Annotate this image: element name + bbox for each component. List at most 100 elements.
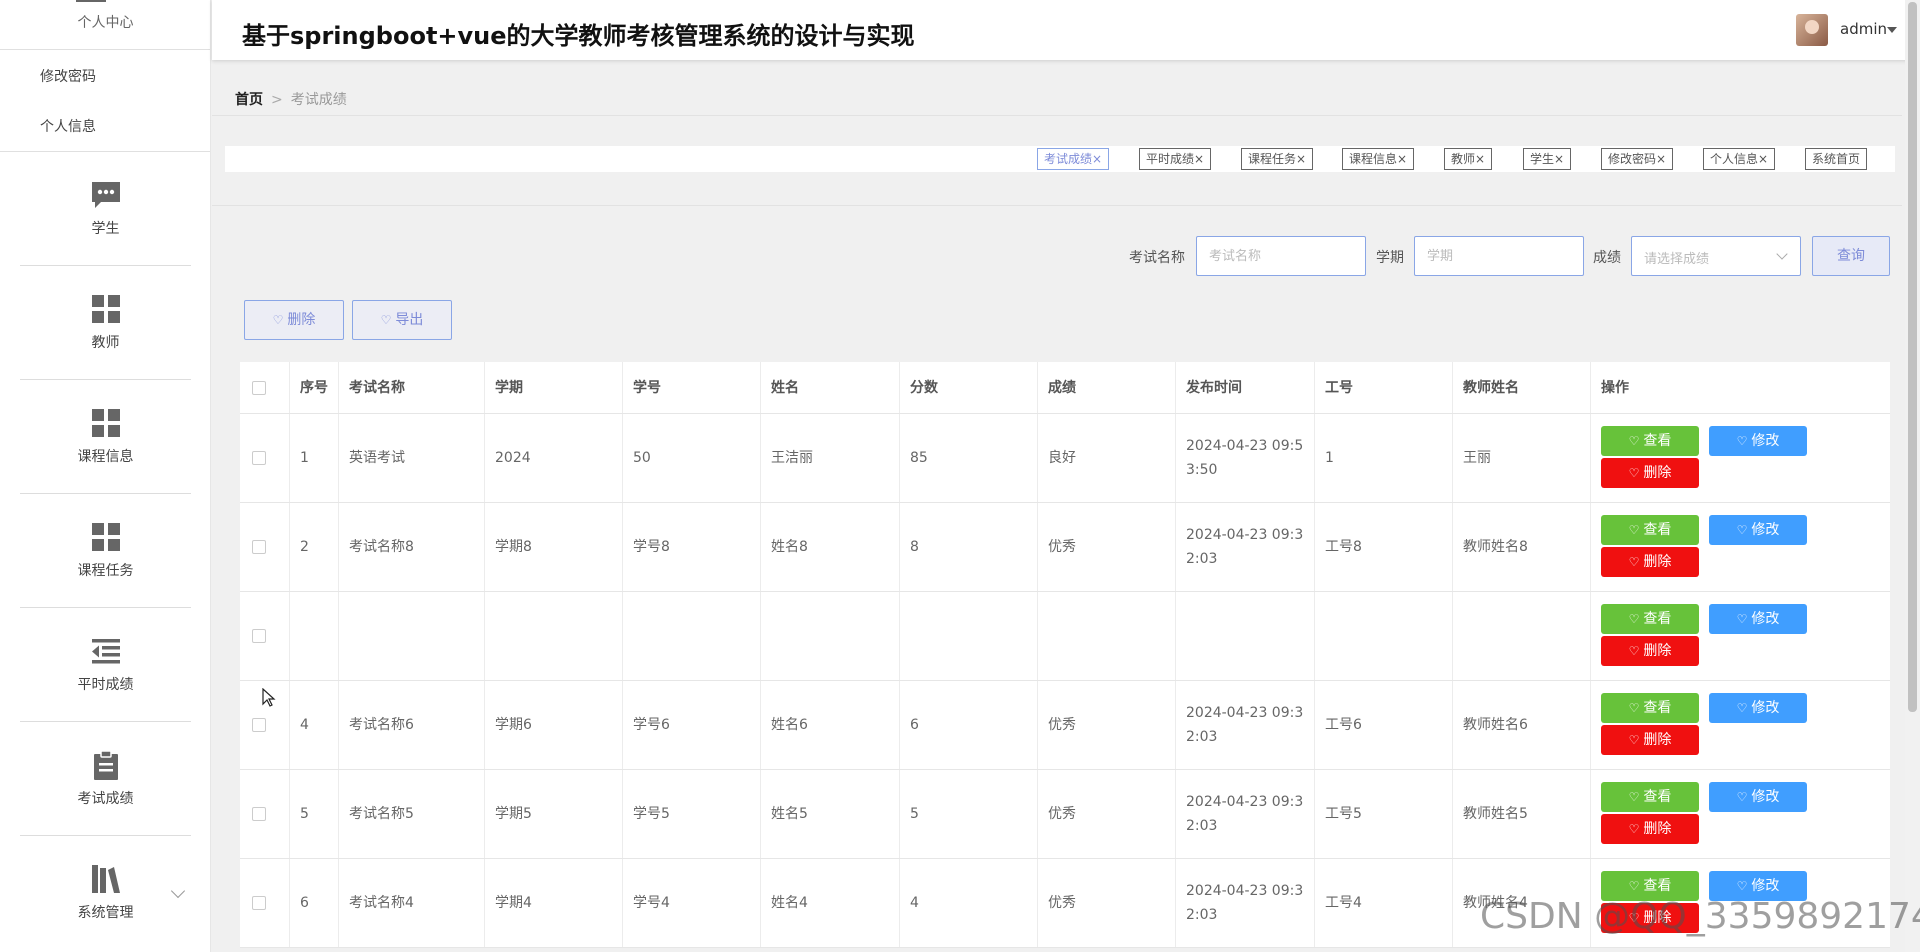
heart-icon: ♡ [1736, 790, 1748, 804]
view-button[interactable]: ♡ 查看 [1601, 782, 1699, 812]
exam-name-input[interactable] [1196, 236, 1366, 276]
delete-button[interactable]: ♡ 删除 [1601, 636, 1699, 666]
column-header: 姓名 [761, 362, 900, 413]
export-button[interactable]: ♡ 导出 [352, 300, 452, 340]
operations-cell: ♡ 查看 ♡ 修改 ♡ 删除 [1591, 681, 1890, 769]
delete-button[interactable]: ♡ 删除 [1601, 458, 1699, 488]
column-header: 序号 [290, 362, 339, 413]
view-button-label: 查看 [1643, 522, 1672, 538]
sidebar-subitem-change-password[interactable]: 修改密码 [40, 66, 96, 86]
sidebar-item-label: 课程任务 [77, 563, 134, 579]
avatar[interactable] [1796, 14, 1828, 46]
query-button[interactable]: 查询 [1812, 236, 1890, 276]
batch-delete-label: 删除 [287, 312, 316, 328]
view-button[interactable]: ♡ 查看 [1601, 426, 1699, 456]
tag-change-password[interactable]: 修改密码× [1601, 148, 1674, 170]
tag-exam-grades[interactable]: 考试成绩× [1037, 148, 1110, 170]
sidebar-item-teachers[interactable]: 教师 [20, 266, 191, 380]
tag-personal-info[interactable]: 个人信息× [1703, 148, 1776, 170]
edit-button-label: 修改 [1751, 789, 1780, 805]
tag-regular-grades[interactable]: 平时成绩× [1139, 148, 1212, 170]
column-header: 发布时间 [1176, 362, 1315, 413]
sidebar-item-personal-center[interactable]: 个人中心 [0, 0, 210, 50]
term-cell [485, 592, 623, 680]
tag-students[interactable]: 学生× [1523, 148, 1572, 170]
table-row: ♡ 查看 ♡ 修改 ♡ 删除 [240, 592, 1890, 681]
student-id-cell: 学号8 [623, 503, 761, 591]
batch-delete-button[interactable]: ♡ 删除 [244, 300, 344, 340]
caret-down-icon[interactable] [1887, 27, 1897, 33]
edit-button[interactable]: ♡ 修改 [1709, 782, 1807, 812]
term-input[interactable] [1414, 236, 1584, 276]
tag-course-info[interactable]: 课程信息× [1342, 148, 1415, 170]
tag-system-home[interactable]: 系统首页 [1805, 148, 1868, 170]
grade-select[interactable]: 请选择成绩 [1631, 236, 1801, 276]
sidebar-subitem-personal-info[interactable]: 个人信息 [40, 116, 96, 136]
username[interactable]: admin [1840, 20, 1887, 38]
student-name-value: 姓名5 [771, 806, 808, 822]
breadcrumb-home[interactable]: 首页 [235, 92, 263, 108]
select-all-checkbox[interactable] [252, 380, 266, 395]
view-button-label: 查看 [1643, 611, 1672, 627]
heart-icon: ♡ [1628, 466, 1640, 480]
books-icon [92, 865, 120, 893]
operations-cell: ♡ 查看 ♡ 修改 ♡ 删除 [1591, 414, 1890, 502]
score-value: 6 [910, 717, 919, 733]
edit-button[interactable]: ♡ 修改 [1709, 693, 1807, 723]
sidebar-item-regular-grades[interactable]: 平时成绩 [20, 608, 191, 722]
grade-value: 优秀 [1048, 895, 1076, 911]
teacher-name-cell [1453, 592, 1591, 680]
view-button[interactable]: ♡ 查看 [1601, 693, 1699, 723]
clipboard-icon [94, 750, 118, 780]
delete-button[interactable]: ♡ 删除 [1601, 547, 1699, 577]
column-header-label: 教师姓名 [1463, 379, 1519, 396]
student-name-value: 姓名6 [771, 717, 808, 733]
edit-button-label: 修改 [1751, 700, 1780, 716]
tag-teachers[interactable]: 教师× [1444, 148, 1493, 170]
sidebar-item-course-info[interactable]: 课程信息 [20, 380, 191, 494]
staff-id-value: 工号5 [1325, 806, 1362, 822]
sidebar-item-label: 个人中心 [77, 15, 134, 31]
chevron-down-icon [1776, 248, 1788, 260]
row-checkbox[interactable] [252, 629, 266, 643]
scrollbar-thumb[interactable] [1908, 2, 1917, 712]
row-checkbox[interactable] [252, 540, 266, 554]
grade-cell: 优秀 [1038, 681, 1176, 769]
chevron-down-icon[interactable] [170, 883, 186, 899]
sidebar-item-exam-grades[interactable]: 考试成绩 [20, 722, 191, 836]
edit-button[interactable]: ♡ 修改 [1709, 426, 1807, 456]
edit-button[interactable]: ♡ 修改 [1709, 515, 1807, 545]
heart-icon: ♡ [1736, 434, 1748, 448]
view-button[interactable]: ♡ 查看 [1601, 604, 1699, 634]
edit-button[interactable]: ♡ 修改 [1709, 604, 1807, 634]
tag-course-tasks[interactable]: 课程任务× [1241, 148, 1314, 170]
delete-button[interactable]: ♡ 删除 [1601, 814, 1699, 844]
row-checkbox[interactable] [252, 807, 266, 821]
row-checkbox[interactable] [252, 718, 266, 732]
sidebar-item-students[interactable]: 学生 [20, 152, 191, 266]
heart-icon: ♡ [380, 313, 392, 327]
view-button-label: 查看 [1643, 700, 1672, 716]
row-checkbox[interactable] [252, 896, 266, 910]
row-checkbox[interactable] [252, 451, 266, 465]
delete-button-label: 删除 [1643, 732, 1672, 748]
delete-button[interactable]: ♡ 删除 [1601, 725, 1699, 755]
student-name-value: 王洁丽 [771, 450, 813, 466]
grid-icon [92, 523, 120, 551]
row-checkbox-cell [240, 414, 290, 502]
student-name-cell: 姓名8 [761, 503, 900, 591]
staff-id-value: 1 [1325, 450, 1334, 466]
exam-name-label: 考试名称 [1129, 250, 1185, 266]
view-button[interactable]: ♡ 查看 [1601, 515, 1699, 545]
publish-time-value: 2024-04-23 09:32:03 [1186, 527, 1304, 567]
term-value: 学期6 [495, 717, 532, 733]
heart-icon: ♡ [1628, 434, 1640, 448]
staff-id-cell: 1 [1315, 414, 1453, 502]
exam-name-cell [339, 592, 485, 680]
student-name-cell [761, 592, 900, 680]
divider [212, 115, 1902, 116]
watermark: CSDN @QQ_3359892174 [1480, 896, 1920, 937]
sidebar-item-course-tasks[interactable]: 课程任务 [20, 494, 191, 608]
teacher-name-cell: 教师姓名8 [1453, 503, 1591, 591]
sidebar-item-system-management[interactable]: 系统管理 [20, 836, 191, 950]
